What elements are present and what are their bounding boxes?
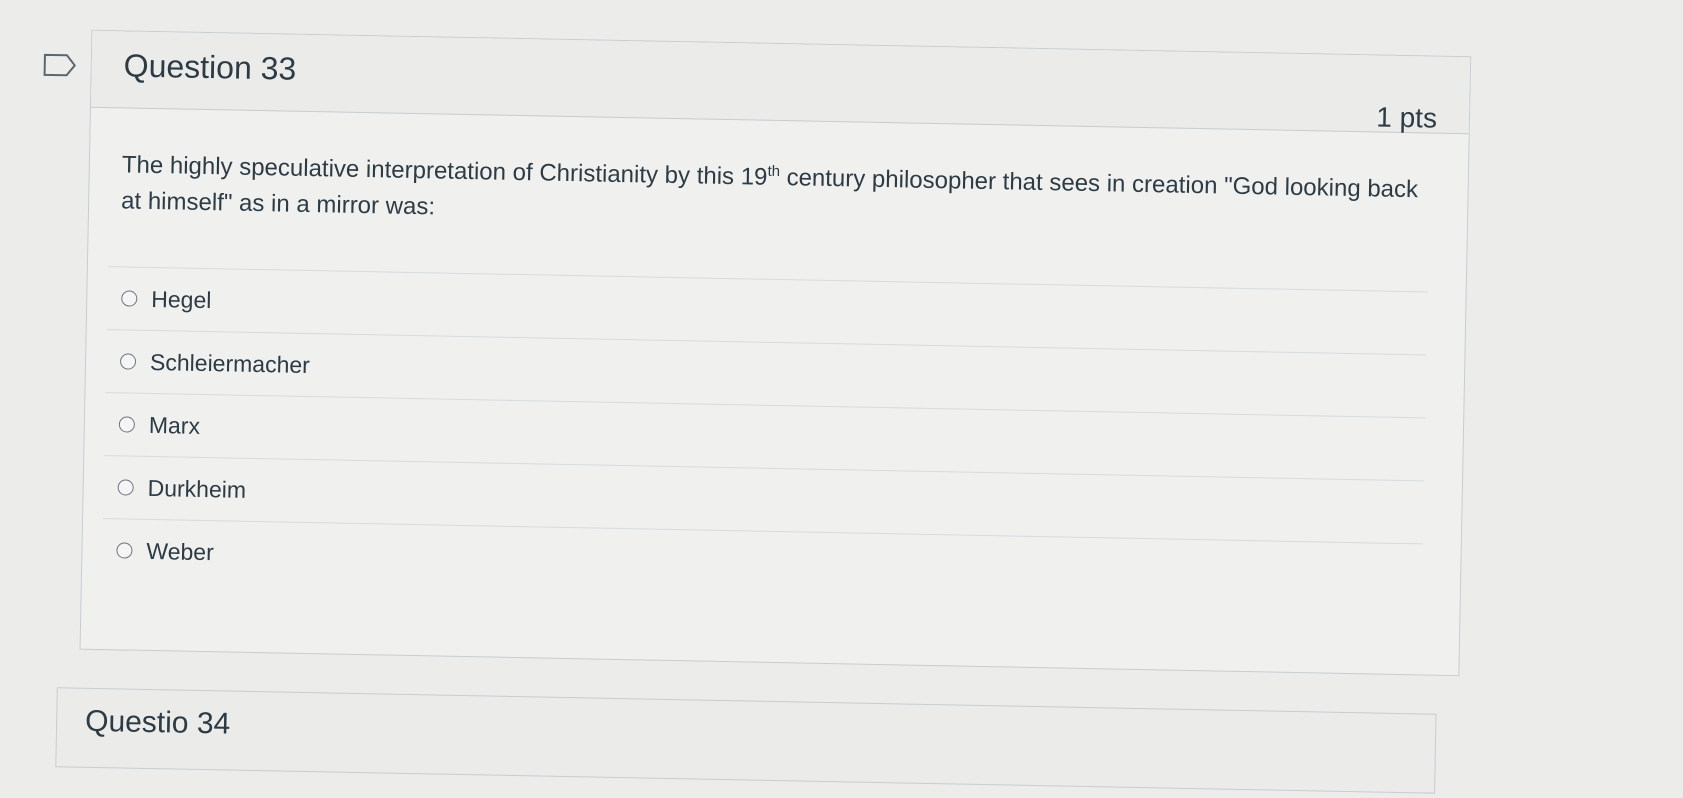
answer-label: Marx: [148, 411, 201, 439]
answer-label: Durkheim: [147, 474, 247, 503]
question-header: Question 33 1 pts: [90, 30, 1471, 135]
radio-button-icon[interactable]: [119, 353, 137, 370]
answer-label: Hegel: [151, 285, 212, 313]
next-question-card: Questio 34: [55, 687, 1437, 794]
radio-button-icon[interactable]: [117, 479, 134, 496]
question-text: The highly speculative interpretation of…: [121, 141, 1422, 244]
question-text-start: The highly speculative interpretation of…: [121, 151, 768, 191]
answer-list: Hegel Schleiermacher Marx Durkheim Weber: [101, 266, 1428, 607]
answer-label: Schleiermacher: [149, 348, 311, 378]
question-text-superscript: th: [767, 162, 781, 181]
radio-button-icon[interactable]: [121, 290, 138, 307]
next-question-title: Questio 34: [84, 704, 231, 741]
answer-label: Weber: [146, 537, 215, 565]
quiz-page: Question 33 1 pts The highly speculative…: [0, 0, 1683, 794]
question-points: 1 pts: [1376, 101, 1438, 134]
question-title: Question 33: [123, 47, 297, 87]
question-card: Question 33 1 pts The highly speculative…: [79, 29, 1472, 677]
bookmark-flag-icon[interactable]: [43, 53, 77, 78]
radio-button-icon[interactable]: [116, 542, 133, 559]
radio-button-icon[interactable]: [118, 416, 136, 433]
